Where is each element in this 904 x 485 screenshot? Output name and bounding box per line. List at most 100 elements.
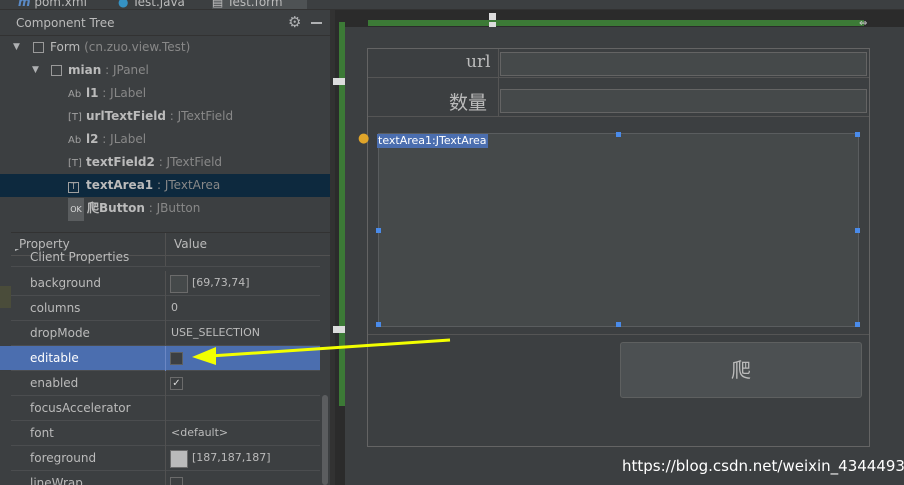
url-label: url: [466, 52, 491, 72]
property-name: font: [30, 426, 54, 440]
property-row-enabled[interactable]: enabled ✓: [11, 371, 320, 396]
grid-line: [368, 116, 869, 117]
resize-handle[interactable]: [333, 78, 340, 85]
property-value: [69,73,74]: [192, 276, 250, 289]
watermark-text: https://blog.csdn.net/weixin_43444930: [622, 457, 904, 475]
tree-item-label: l2: [86, 132, 99, 146]
selection-handle[interactable]: [855, 322, 860, 327]
property-name: background: [30, 276, 101, 290]
tree-item-button[interactable]: OK 爬Button : JButton: [0, 197, 330, 221]
tree-item-type: : JLabel: [102, 86, 147, 100]
property-name: Client Properties: [30, 250, 130, 264]
tab-label: pom.xml: [34, 0, 87, 9]
edge-marker-selected: [0, 346, 11, 370]
property-row-columns[interactable]: columns 0: [11, 296, 320, 321]
edge-marker: [0, 286, 11, 308]
property-name: dropMode: [30, 326, 90, 340]
form-icon: ▤: [212, 0, 224, 9]
linewrap-checkbox[interactable]: [170, 477, 183, 485]
textarea-icon: T: [68, 182, 79, 193]
maven-icon: m: [18, 0, 31, 9]
property-name: editable: [30, 351, 79, 365]
tree-item-label: textArea1: [86, 178, 154, 192]
tab-label: Test.form: [227, 0, 283, 9]
label-icon: Ab: [68, 135, 82, 146]
url-text-field[interactable]: [500, 52, 867, 76]
gear-icon[interactable]: ⚙: [288, 13, 301, 31]
tree-item-type: : JTextArea: [156, 178, 221, 192]
property-row-foreground[interactable]: foreground [187,187,187]: [11, 446, 320, 471]
property-value: <default>: [171, 426, 229, 439]
color-swatch[interactable]: [170, 450, 188, 468]
enabled-checkbox[interactable]: ✓: [170, 377, 183, 390]
tab-label: Test.java: [132, 0, 185, 9]
label-icon: Ab: [68, 89, 82, 100]
component-tree-title: Component Tree: [16, 16, 115, 30]
crawl-button[interactable]: 爬: [620, 342, 862, 398]
tree-item-mian[interactable]: ▼ mian : JPanel: [0, 59, 330, 82]
checkbox-icon[interactable]: [51, 65, 62, 76]
property-name: enabled: [30, 376, 79, 390]
tree-item-type: (cn.zuo.view.Test): [84, 40, 191, 54]
chevron-right-icon: ▶: [15, 249, 22, 253]
property-row-focusaccelerator[interactable]: focusAccelerator: [11, 396, 320, 421]
property-scrollbar-thumb[interactable]: [322, 395, 328, 485]
checkbox-icon[interactable]: [33, 42, 44, 53]
tab-pom-xml[interactable]: m pom.xml: [18, 0, 108, 9]
selection-handle[interactable]: [855, 132, 860, 137]
text-area[interactable]: [378, 133, 859, 327]
tab-test-java[interactable]: ● Test.java: [118, 0, 208, 9]
tree-item-label: mian: [68, 63, 102, 77]
selection-handle[interactable]: [855, 228, 860, 233]
tree-item-label: 爬Button: [87, 201, 145, 215]
grid-line: [498, 49, 499, 116]
minimize-icon[interactable]: [311, 22, 322, 24]
textfield-icon: [T]: [68, 158, 82, 169]
java-class-icon: ●: [118, 0, 129, 9]
property-row-background[interactable]: background [69,73,74]: [11, 271, 320, 296]
property-name: foreground: [30, 451, 97, 465]
textfield-icon: [T]: [68, 112, 82, 123]
tree-item-textfield2[interactable]: [T] textField2 : JTextField: [0, 151, 330, 174]
property-value: 0: [171, 301, 178, 314]
property-name: focusAccelerator: [30, 401, 131, 415]
tree-item-type: : JLabel: [102, 132, 147, 146]
property-value: [187,187,187]: [192, 451, 271, 464]
selection-handle[interactable]: [376, 228, 381, 233]
property-name: lineWrap: [30, 476, 83, 485]
chevron-down-icon: ▼: [13, 42, 20, 52]
tree-item-type: : JPanel: [105, 63, 149, 77]
annotation-arrow-icon: [192, 338, 451, 365]
color-swatch[interactable]: [170, 275, 188, 293]
tree-item-l1[interactable]: Ab l1 : JLabel: [0, 82, 330, 105]
selection-handle[interactable]: [616, 322, 621, 327]
layout-guide-top: [368, 20, 864, 26]
property-row-client-properties[interactable]: ▶ Client Properties: [11, 249, 320, 267]
tree-item-label: textField2: [86, 155, 155, 169]
count-text-field[interactable]: [500, 89, 867, 113]
tree-item-urltextfield[interactable]: [T] urlTextField : JTextField: [0, 105, 330, 128]
tree-item-l2[interactable]: Ab l2 : JLabel: [0, 128, 330, 151]
property-name: columns: [30, 301, 81, 315]
selection-handle[interactable]: [376, 322, 381, 327]
resize-handle[interactable]: [489, 13, 496, 20]
chevron-down-icon: ▼: [32, 65, 39, 75]
text-area-tag: textArea1:JTextArea: [377, 134, 488, 148]
count-label: 数量: [449, 92, 488, 114]
property-row-font[interactable]: font <default>: [11, 421, 320, 446]
component-tree-header: Component Tree ⚙: [0, 10, 330, 36]
tree-item-label: l1: [86, 86, 99, 100]
grid-line: [368, 77, 869, 78]
tree-item-label: Form: [50, 40, 81, 54]
editor-tab-bar: m pom.xml ● Test.java ▤ Test.form: [0, 0, 904, 10]
button-icon: OK: [68, 198, 84, 221]
tab-test-form[interactable]: ▤ Test.form: [212, 0, 307, 9]
tree-item-type: : JTextField: [158, 155, 223, 169]
selection-handle[interactable]: [616, 132, 621, 137]
tree-item-form[interactable]: ▼ Form (cn.zuo.view.Test): [0, 36, 330, 59]
property-row-linewrap[interactable]: lineWrap: [11, 471, 320, 485]
tree-item-textarea1[interactable]: TtextArea1 : JTextArea: [0, 174, 330, 197]
tree-item-type: : JTextField: [169, 109, 234, 123]
tree-item-label: urlTextField: [86, 109, 166, 123]
lightbulb-icon[interactable]: ●: [358, 131, 369, 146]
